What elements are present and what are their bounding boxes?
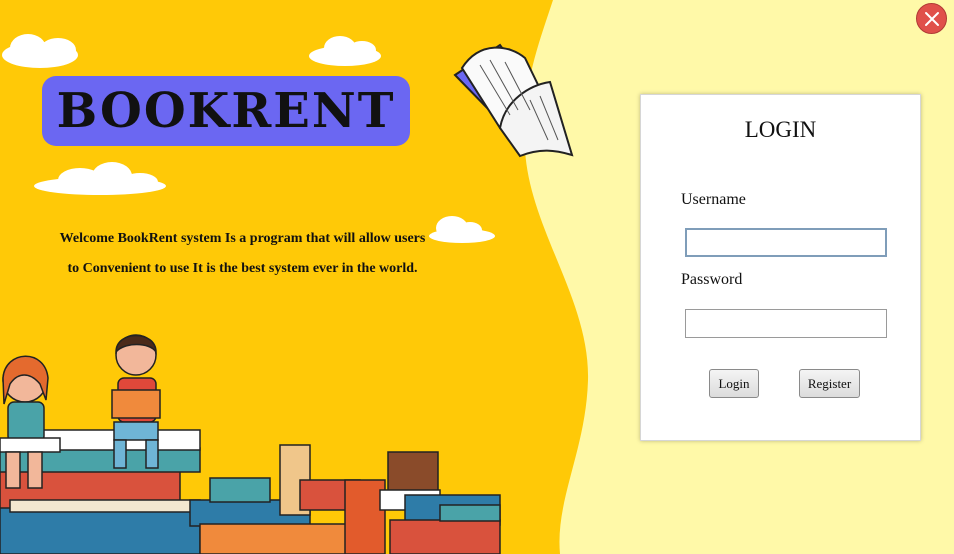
logo-banner: BOOKRENT (42, 76, 410, 146)
app-window: BOOKRENT Welcome BookRent system Is a pr… (0, 0, 954, 554)
logo-text: BOOKRENT (56, 83, 396, 139)
close-icon (925, 12, 939, 26)
password-input[interactable] (685, 309, 887, 338)
welcome-text: Welcome BookRent system Is a program tha… (40, 224, 445, 284)
welcome-line-2: to Convenient to use It is the best syst… (67, 261, 418, 276)
login-button[interactable]: Login (709, 369, 759, 398)
login-title: LOGIN (744, 117, 817, 142)
username-input[interactable] (685, 228, 887, 257)
password-label: Password (681, 271, 743, 288)
welcome-line-1: Welcome BookRent system Is a program tha… (59, 231, 426, 246)
username-label: Username (681, 191, 746, 208)
close-button[interactable] (916, 3, 947, 34)
login-panel: LOGIN Username Password Login Register (640, 94, 921, 441)
register-button[interactable]: Register (799, 369, 860, 398)
